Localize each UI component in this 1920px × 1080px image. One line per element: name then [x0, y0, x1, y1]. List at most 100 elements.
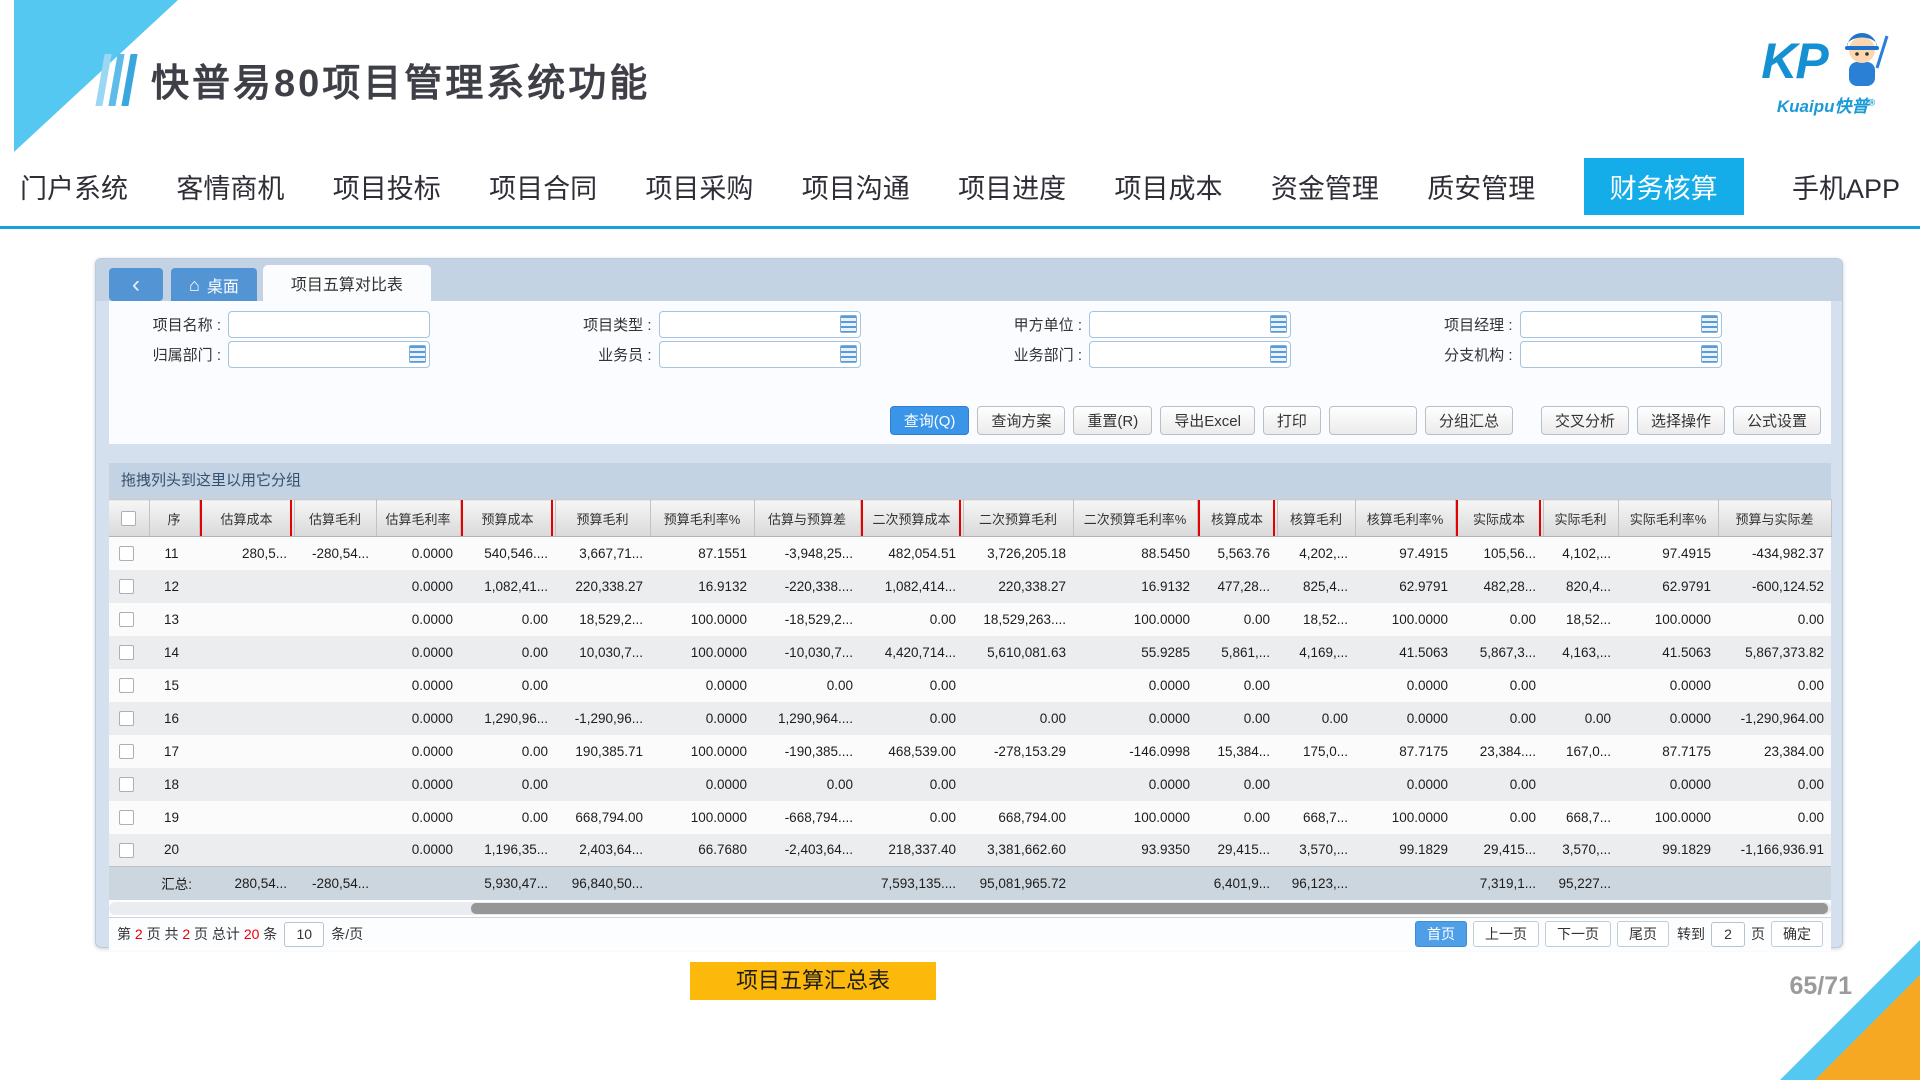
nav-item[interactable]: 项目采购	[645, 167, 753, 206]
table-row[interactable]: 170.00000.00190,385.71100.0000-190,385..…	[109, 735, 1831, 768]
nav-item[interactable]: 手机APP	[1792, 167, 1900, 206]
column-header[interactable]: 估算毛利率	[376, 500, 460, 537]
horizontal-scrollbar-thumb[interactable]	[471, 903, 1828, 914]
filter-input[interactable]	[1520, 341, 1722, 368]
filter-input[interactable]	[1089, 311, 1291, 338]
column-header[interactable]: 核算毛利	[1277, 500, 1355, 537]
row-checkbox[interactable]	[119, 711, 134, 726]
column-header[interactable]: 估算毛利	[294, 500, 376, 537]
lookup-icon[interactable]	[1270, 315, 1287, 333]
column-header[interactable]: 二次预算成本	[860, 500, 963, 537]
select-all-header[interactable]	[109, 500, 149, 537]
lookup-icon[interactable]	[1701, 345, 1718, 363]
filter-label: 甲方单位 :	[970, 314, 1089, 335]
nav-item[interactable]: 项目成本	[1115, 167, 1223, 206]
back-button[interactable]: ‹	[109, 268, 163, 301]
lookup-icon[interactable]	[1270, 345, 1287, 363]
nav-item[interactable]: 项目沟通	[802, 167, 910, 206]
goto-page-input[interactable]: 2	[1711, 922, 1745, 947]
row-checkbox[interactable]	[119, 546, 134, 561]
toolbar-button[interactable]: 打印	[1263, 406, 1321, 435]
column-header[interactable]: 预算毛利	[555, 500, 650, 537]
toolbar-button[interactable]: 分组汇总	[1425, 406, 1513, 435]
tab-desktop[interactable]: ⌂ 桌面	[171, 268, 257, 301]
lookup-icon[interactable]	[1701, 315, 1718, 333]
row-checkbox[interactable]	[119, 645, 134, 660]
column-header[interactable]: 预算毛利率%	[650, 500, 754, 537]
row-checkbox[interactable]	[119, 843, 134, 858]
table-row[interactable]: 120.00001,082,41...220,338.2716.9132-220…	[109, 570, 1831, 603]
table-row[interactable]: 180.00000.000.00000.000.000.00000.000.00…	[109, 768, 1831, 801]
table-row[interactable]: 190.00000.00668,794.00100.0000-668,794..…	[109, 801, 1831, 834]
data-cell: 0.00	[1455, 768, 1543, 801]
lookup-icon[interactable]	[840, 345, 857, 363]
table-row[interactable]: 11280,5...-280,54...0.0000540,546....3,6…	[109, 537, 1831, 570]
filter-input[interactable]	[228, 311, 430, 338]
column-header[interactable]: 实际毛利	[1543, 500, 1618, 537]
data-cell: 1,082,414...	[860, 570, 963, 603]
column-header[interactable]: 实际毛利率%	[1618, 500, 1718, 537]
filter-input[interactable]	[1520, 311, 1722, 338]
nav-item[interactable]: 项目投标	[333, 167, 441, 206]
filter-input[interactable]	[659, 341, 861, 368]
nav-item[interactable]: 财务核算	[1584, 158, 1744, 215]
toolbar-button[interactable]: 导出Excel	[1160, 406, 1255, 435]
first-page-button[interactable]: 首页	[1415, 921, 1467, 947]
tab-active[interactable]: 项目五算对比表	[263, 265, 431, 301]
toolbar-button[interactable]: 重置(R)	[1073, 406, 1152, 435]
toolbar-button[interactable]: 查询(Q)	[890, 406, 970, 435]
column-header[interactable]: 估算与预算差	[754, 500, 860, 537]
nav-item[interactable]: 项目合同	[489, 167, 597, 206]
column-header[interactable]: 序	[149, 500, 199, 537]
blank-button[interactable]	[1329, 406, 1417, 435]
data-cell: 0.00	[460, 801, 555, 834]
table-row[interactable]: 130.00000.0018,529,2...100.0000-18,529,2…	[109, 603, 1831, 636]
table-row[interactable]: 200.00001,196,35...2,403,64...66.7680-2,…	[109, 834, 1831, 867]
data-cell: 668,7...	[1277, 801, 1355, 834]
toolbar-button[interactable]: 选择操作	[1637, 406, 1725, 435]
toolbar-button[interactable]: 查询方案	[977, 406, 1065, 435]
column-header[interactable]: 预算成本	[460, 500, 555, 537]
data-cell: 0.00	[754, 669, 860, 702]
nav-item[interactable]: 质安管理	[1427, 167, 1535, 206]
row-checkbox[interactable]	[119, 678, 134, 693]
next-page-button[interactable]: 下一页	[1545, 921, 1611, 947]
toolbar-button[interactable]: 公式设置	[1733, 406, 1821, 435]
filter-input[interactable]	[1089, 341, 1291, 368]
column-header[interactable]: 实际成本	[1455, 500, 1543, 537]
lookup-icon[interactable]	[409, 345, 426, 363]
column-header[interactable]: 核算毛利率%	[1355, 500, 1455, 537]
table-row[interactable]: 140.00000.0010,030,7...100.0000-10,030,7…	[109, 636, 1831, 669]
nav-item[interactable]: 客情商机	[176, 167, 284, 206]
nav-item[interactable]: 门户系统	[20, 167, 128, 206]
column-header[interactable]: 二次预算毛利率%	[1073, 500, 1197, 537]
confirm-button[interactable]: 确定	[1771, 921, 1823, 947]
row-checkbox[interactable]	[119, 777, 134, 792]
last-page-button[interactable]: 尾页	[1617, 921, 1669, 947]
row-checkbox[interactable]	[119, 810, 134, 825]
horizontal-scrollbar[interactable]	[109, 902, 1831, 915]
data-cell	[294, 768, 376, 801]
table-row[interactable]: 160.00001,290,96...-1,290,96...0.00001,2…	[109, 702, 1831, 735]
filter-input[interactable]	[228, 341, 430, 368]
column-header[interactable]: 预算与实际差	[1718, 500, 1831, 537]
row-checkbox[interactable]	[119, 579, 134, 594]
summary-cell: 6,401,9...	[1197, 867, 1277, 900]
row-checkbox[interactable]	[119, 744, 134, 759]
column-header[interactable]: 二次预算毛利	[963, 500, 1073, 537]
row-checkbox[interactable]	[119, 612, 134, 627]
column-header[interactable]: 核算成本	[1197, 500, 1277, 537]
row-index-cell: 17	[149, 735, 199, 768]
column-header[interactable]: 估算成本	[199, 500, 294, 537]
filter-input[interactable]	[659, 311, 861, 338]
nav-item[interactable]: 资金管理	[1271, 167, 1379, 206]
nav-item[interactable]: 项目进度	[958, 167, 1066, 206]
table-row[interactable]: 150.00000.000.00000.000.000.00000.000.00…	[109, 669, 1831, 702]
select-all-checkbox[interactable]	[121, 511, 136, 526]
lookup-icon[interactable]	[840, 315, 857, 333]
filter-field: 项目经理 :	[1401, 311, 1832, 338]
page-size-input[interactable]: 10	[284, 922, 324, 947]
group-drop-zone[interactable]: 拖拽列头到这里以用它分组	[109, 463, 1831, 499]
toolbar-button[interactable]: 交叉分析	[1541, 406, 1629, 435]
prev-page-button[interactable]: 上一页	[1473, 921, 1539, 947]
